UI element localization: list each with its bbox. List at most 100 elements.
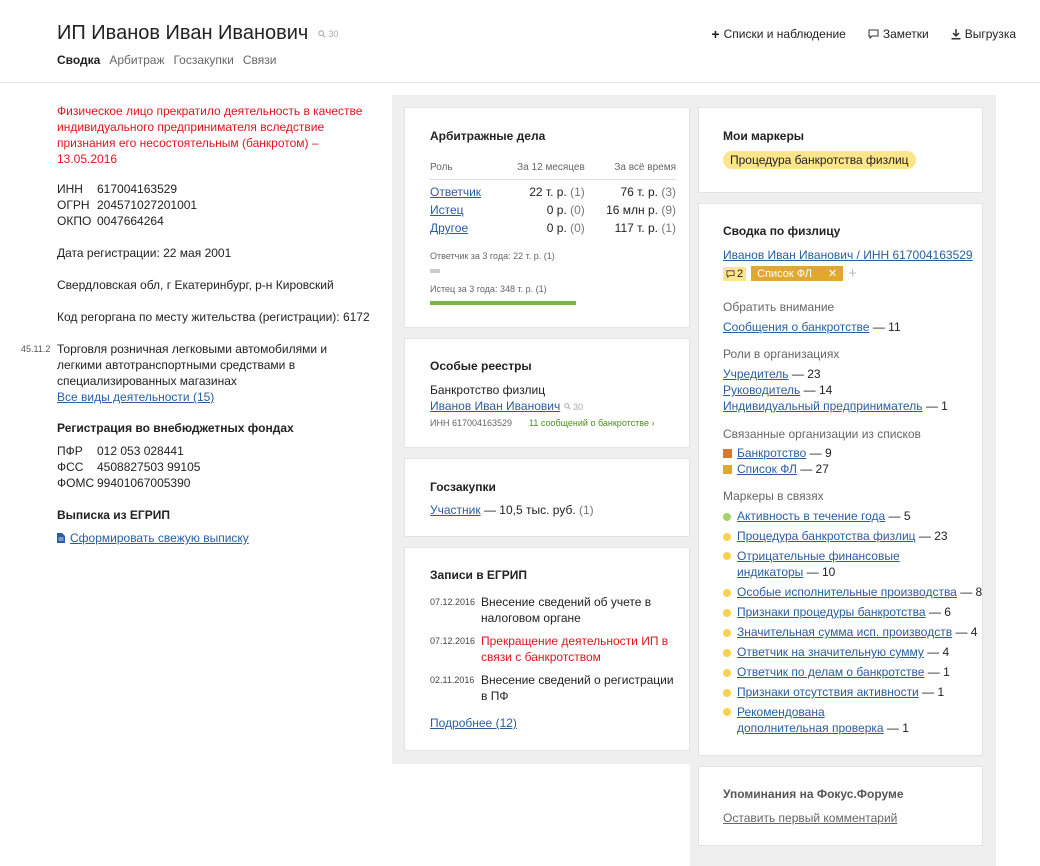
okved-block: 45.11.2 Торговля розничная легковыми авт…	[21, 341, 377, 405]
download-icon	[951, 28, 961, 39]
plaintiff-3y-label: Истец за 3 года: 348 т. р. (1)	[430, 284, 547, 294]
page-title-text: ИП Иванов Иван Иванович	[57, 22, 309, 44]
close-icon[interactable]: ✕	[828, 267, 837, 280]
marker-link[interactable]: Признаки отсутствия активности	[737, 685, 919, 699]
arbitration-table: Роль За 12 месяцев За всё время Ответчик…	[430, 157, 676, 237]
first-comment-link[interactable]: Оставить первый комментарий	[723, 811, 897, 825]
id-row: ОГРН 204571027201001	[57, 198, 198, 212]
export-button[interactable]: Выгрузка	[951, 27, 1016, 41]
marker-link[interactable]: Активность в течение года	[737, 509, 885, 523]
list-item: Сообщения о банкротстве — 11	[723, 320, 901, 334]
table-row: Другое 0 р. (0) 117 т. р. (1)	[430, 221, 676, 235]
list-item: 07.12.2016 Прекращение деятельности ИП в…	[430, 634, 669, 664]
registries-card: Особые реестры Банкротство физлиц Иванов…	[404, 338, 690, 448]
role-head-link[interactable]: Руководитель	[723, 383, 800, 397]
marker-tag[interactable]: Процедура банкротства физлиц	[723, 151, 916, 169]
summary-card: Сводка по физлицу Иванов Иван Иванович /…	[698, 203, 983, 756]
defendant-3y-label: Ответчик за 3 года: 22 т. р. (1)	[430, 251, 555, 261]
marker-dot	[723, 588, 731, 597]
egrip-records: 07.12.2016 Внесение сведений об учете в …	[430, 594, 680, 711]
goszakupki-card: Госзакупки Участник — 10,5 тыс. руб. (1)	[404, 458, 690, 537]
list-color-square	[723, 449, 732, 459]
lists-list: Банкротство — 9 Список ФЛ — 27	[723, 445, 832, 477]
marker-link[interactable]: Ответчик на значительную сумму	[737, 645, 924, 659]
left-column: Физическое лицо прекратило деятельность …	[21, 103, 377, 546]
forum-card: Упоминания на Фокус.Форуме Оставить перв…	[698, 766, 983, 846]
lists-title: Связанные организации из списков	[723, 427, 921, 441]
registries-sub: Банкротство физлиц	[430, 383, 546, 397]
egrip-title: Выписка из ЕГРИП	[57, 508, 170, 522]
marker-dot	[723, 552, 731, 560]
list-item: Рекомендована дополнительная проверка — …	[723, 704, 978, 736]
tab-summary[interactable]: Сводка	[57, 53, 100, 67]
list-bankruptcy-link[interactable]: Банкротство	[737, 446, 806, 460]
search-icon	[318, 30, 326, 38]
marker-dot	[723, 668, 731, 677]
id-row: ИНН 617004163529	[57, 182, 178, 196]
role-other-link[interactable]: Другое	[430, 221, 468, 235]
list-item: Отрицательные финансовые индикаторы — 10	[723, 548, 978, 580]
list-item: Список ФЛ — 27	[723, 461, 832, 477]
marker-dot	[723, 648, 731, 657]
role-ip-link[interactable]: Индивидуальный предприниматель	[723, 399, 922, 413]
marker-link[interactable]: Рекомендована дополнительная проверка	[737, 705, 884, 735]
marker-dot	[723, 512, 731, 521]
goszakupki-row: Участник — 10,5 тыс. руб. (1)	[430, 503, 594, 517]
plaintiff-3y-bar	[430, 301, 576, 305]
marker-link[interactable]: Процедура банкротства физлиц	[737, 529, 916, 543]
list-color-square	[723, 465, 732, 475]
marker-link[interactable]: Признаки процедуры банкротства	[737, 605, 926, 619]
regorgan: Код регоргана по месту жительства (регис…	[57, 310, 370, 324]
arbitration-card: Арбитражные дела Роль За 12 месяцев За в…	[404, 107, 690, 328]
funds-block: ПФР 012 053 028441 ФСС 4508827503 99105 ФО…	[57, 443, 377, 491]
generate-extract-link[interactable]: Сформировать свежую выписку	[70, 530, 249, 546]
notes-button[interactable]: Заметки	[868, 27, 929, 41]
list-tag[interactable]: Список ФЛ ✕	[751, 266, 844, 281]
role-founder-link[interactable]: Учредитель	[723, 367, 789, 381]
links-list: Активность в течение года — 5 Процедура …	[723, 508, 982, 740]
tabs: Сводка Арбитраж Госзакупки Связи	[57, 53, 276, 67]
okved-text: Торговля розничная легковыми автомобилям…	[57, 342, 328, 388]
add-tag-icon[interactable]: +	[848, 266, 857, 281]
comment-icon	[726, 269, 735, 278]
all-activities-link[interactable]: Все виды деятельности (15)	[57, 390, 214, 404]
participant-link[interactable]: Участник	[430, 503, 481, 517]
person-link[interactable]: Иванов Иван Иванович	[430, 399, 560, 413]
lists-button[interactable]: + Списки и наблюдение	[711, 27, 845, 41]
marker-dot	[723, 608, 731, 617]
person-inn-link[interactable]: Иванов Иван Иванович / ИНН 617004163529	[723, 248, 973, 262]
bankruptcy-messages-link[interactable]: 11 сообщений о банкротстве ›	[529, 418, 654, 428]
marker-dot	[723, 708, 731, 716]
person-tags: 2 Список ФЛ ✕ +	[723, 266, 857, 281]
registries-inn: ИНН 617004163529	[430, 418, 513, 428]
page-title: ИП Иванов Иван Иванович 30	[57, 22, 338, 45]
list-fl-link[interactable]: Список ФЛ	[737, 462, 797, 476]
list-item: 07.12.2016 Внесение сведений об учете в …	[430, 595, 652, 625]
more-records-link[interactable]: Подробнее (12)	[430, 716, 517, 730]
forum-title: Упоминания на Фокус.Форуме	[723, 787, 904, 801]
summary-title: Сводка по физлицу	[723, 224, 841, 238]
list-item: Банкротство — 9	[723, 445, 832, 461]
marker-dot	[723, 628, 731, 637]
marker-link[interactable]: Значительная сумма исп. производств	[737, 625, 952, 639]
comments-badge[interactable]: 2	[723, 266, 747, 281]
tab-arbitration[interactable]: Арбитраж	[109, 53, 164, 67]
role-defendant-link[interactable]: Ответчик	[430, 185, 481, 199]
marker-dot	[723, 532, 731, 541]
bankruptcy-messages-link[interactable]: Сообщения о банкротстве	[723, 320, 869, 334]
tab-goszakupki[interactable]: Госзакупки	[173, 53, 233, 67]
tab-links[interactable]: Связи	[243, 53, 277, 67]
fund-row: ФОМС 99401067005390	[57, 476, 191, 490]
reg-date: Дата регистрации: 22 мая 2001	[57, 246, 232, 260]
header-divider	[0, 82, 1040, 83]
list-item: Признаки отсутствия активности — 1	[723, 684, 978, 700]
marker-link[interactable]: Особые исполнительные производства	[737, 585, 957, 599]
marker-link[interactable]: Ответчик по делам о банкротстве	[737, 665, 924, 679]
list-item: Активность в течение года — 5	[723, 508, 978, 524]
marker-dot	[723, 688, 731, 697]
top-actions: + Списки и наблюдение Заметки Выгрузка	[711, 27, 1016, 41]
role-plaintiff-link[interactable]: Истец	[430, 203, 464, 217]
roles-list: Учредитель — 23 Руководитель — 14 Индиви…	[723, 366, 948, 414]
list-item: 02.11.2016 Внесение сведений о регистрац…	[430, 673, 674, 703]
fund-row: ФСС 4508827503 99105	[57, 460, 201, 474]
